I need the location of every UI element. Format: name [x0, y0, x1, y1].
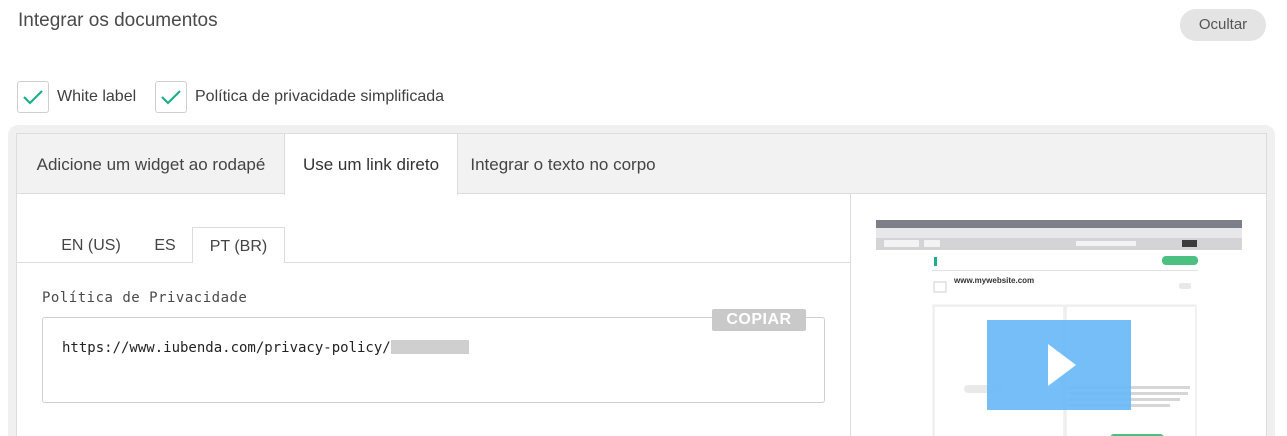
privacy-policy-link-box[interactable]: https://www.iubenda.com/privacy-policy/	[42, 317, 825, 403]
hide-button[interactable]: Ocultar	[1180, 9, 1266, 41]
video-site-label: www.mywebsite.com	[954, 276, 1035, 285]
integration-tabs: Adicione um widget ao rodapé Use um link…	[17, 134, 1266, 195]
language-tabs: EN (US) ES PT (BR)	[17, 227, 850, 263]
lang-tab-en-us[interactable]: EN (US)	[47, 228, 135, 263]
check-icon	[23, 90, 43, 105]
tab-footer-widget[interactable]: Adicione um widget ao rodapé	[17, 134, 285, 194]
simplified-privacy-option[interactable]: Política de privacidade simplificada	[155, 81, 444, 113]
lang-tab-pt-br[interactable]: PT (BR)	[192, 227, 285, 263]
privacy-policy-label: Política de Privacidade	[42, 290, 248, 306]
integration-card: Adicione um widget ao rodapé Use um link…	[16, 133, 1267, 436]
page-title: Integrar os documentos	[18, 10, 218, 31]
video-thumbnail	[876, 220, 1242, 436]
simplified-privacy-label: Política de privacidade simplificada	[195, 88, 445, 105]
redacted-id	[390, 340, 469, 354]
white-label-checkbox[interactable]	[17, 81, 49, 113]
lang-tab-es[interactable]: ES	[141, 228, 189, 263]
check-icon	[161, 90, 181, 105]
white-label-option[interactable]: White label	[17, 81, 136, 113]
copy-button[interactable]: COPIAR	[712, 309, 806, 331]
tab-direct-link[interactable]: Use um link direto	[284, 134, 458, 195]
privacy-policy-url[interactable]: https://www.iubenda.com/privacy-policy/	[62, 340, 469, 356]
direct-link-pane: EN (US) ES PT (BR) Política de Privacida…	[17, 194, 851, 436]
privacy-policy-url-text: https://www.iubenda.com/privacy-policy/	[62, 340, 391, 356]
tab-embed-text[interactable]: Integrar o texto no corpo	[458, 134, 668, 194]
simplified-privacy-checkbox[interactable]	[155, 81, 187, 113]
white-label-label: White label	[57, 88, 137, 105]
tutorial-video[interactable]: www.mywebsite.com	[876, 220, 1242, 436]
